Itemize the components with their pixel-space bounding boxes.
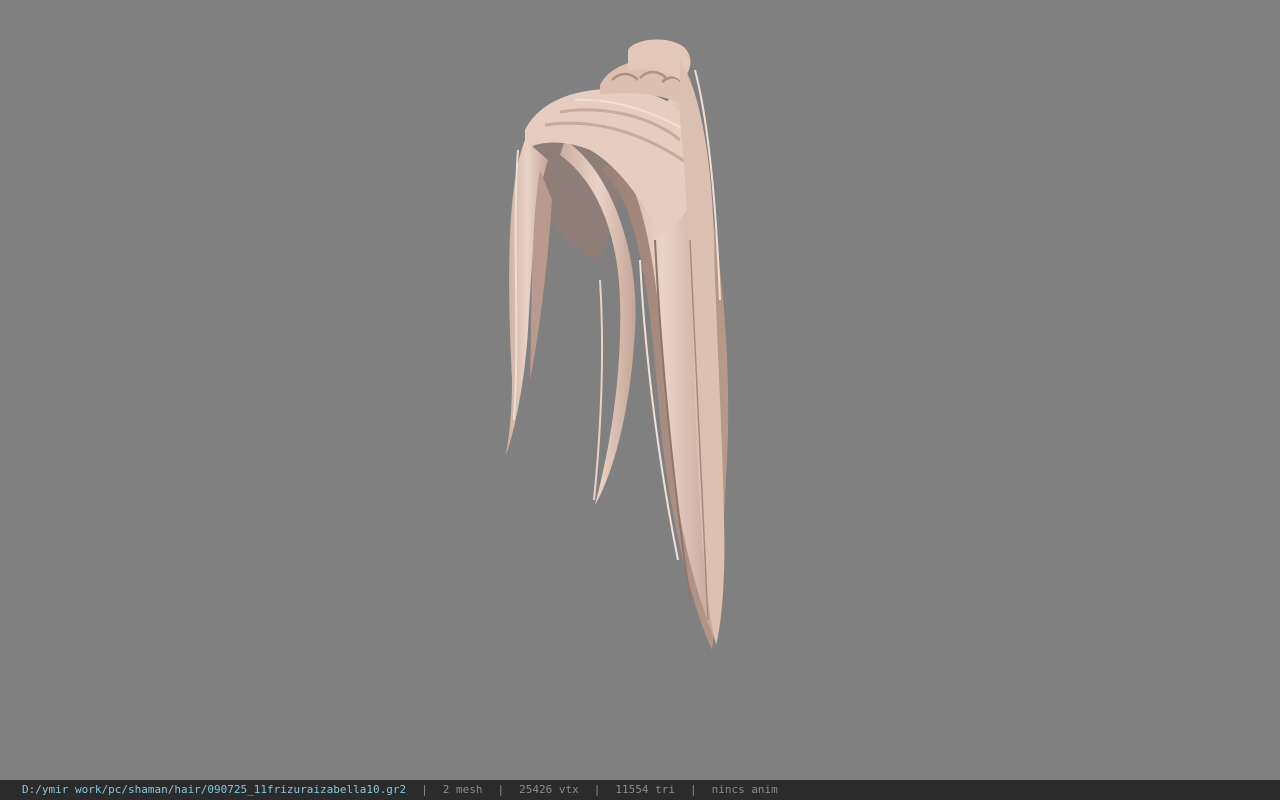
file-path-label: D:/ymir work/pc/shaman/hair/090725_11fri… bbox=[22, 783, 407, 796]
separator: | bbox=[593, 783, 601, 796]
triangle-count-label: 11554 tri bbox=[615, 783, 675, 796]
separator: | bbox=[689, 783, 697, 796]
3d-viewport[interactable] bbox=[0, 0, 1280, 780]
separator: | bbox=[497, 783, 505, 796]
separator: | bbox=[421, 783, 428, 796]
animation-status-label: nincs anim bbox=[711, 783, 778, 796]
vertex-count-label: 25426 vtx bbox=[519, 783, 579, 796]
status-bar: D:/ymir work/pc/shaman/hair/090725_11fri… bbox=[0, 780, 1280, 800]
mesh-count-label: 2 mesh bbox=[442, 783, 483, 796]
hair-model-icon[interactable] bbox=[0, 0, 1280, 780]
